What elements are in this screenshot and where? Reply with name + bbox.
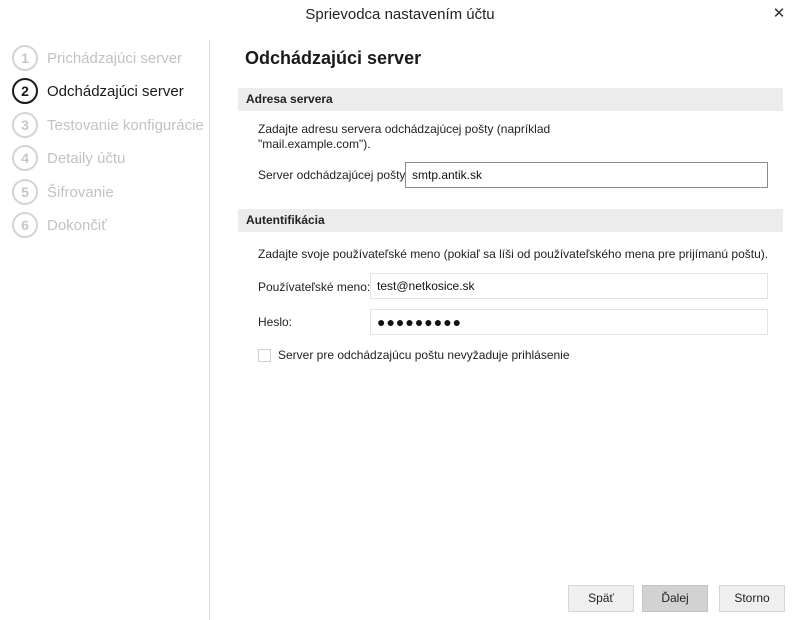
cancel-button[interactable]: Storno xyxy=(719,585,785,612)
username-label: Používateľské meno: xyxy=(258,280,371,294)
description-line: "mail.example.com"). xyxy=(258,137,371,151)
server-address-description: Zadajte adresu servera odchádzajúcej poš… xyxy=(258,122,550,152)
no-auth-checkbox[interactable] xyxy=(258,348,271,362)
step-number: 2 xyxy=(12,78,38,104)
title-bar: Sprievodca nastavením účtu ✕ xyxy=(0,0,800,30)
step-number: 3 xyxy=(12,112,38,138)
step-label: Prichádzajúci server xyxy=(47,49,183,67)
close-icon[interactable]: ✕ xyxy=(768,4,790,24)
step-label: Odchádzajúci server xyxy=(47,82,184,100)
step-outgoing-server: 2 Odchádzajúci server xyxy=(12,77,184,105)
username-input[interactable]: test@netkosice.sk xyxy=(370,273,768,299)
authentication-section-heading: Autentifikácia xyxy=(238,209,783,232)
next-button[interactable]: Ďalej xyxy=(642,585,708,612)
step-test-configuration: 3 Testovanie konfigurácie xyxy=(12,111,204,139)
step-encryption: 5 Šifrovanie xyxy=(12,178,114,206)
outgoing-server-input[interactable]: smtp.antik.sk xyxy=(405,162,768,188)
step-label: Dokončiť xyxy=(47,216,107,234)
description-line: Zadajte adresu servera odchádzajúcej poš… xyxy=(258,122,551,136)
step-number: 5 xyxy=(12,179,38,205)
step-incoming-server: 1 Prichádzajúci server xyxy=(12,44,182,72)
password-input[interactable]: ●●●●●●●●● xyxy=(370,309,768,335)
authentication-description: Zadajte svoje používateľské meno (pokiaľ… xyxy=(258,247,769,261)
wizard-steps-sidebar: 1 Prichádzajúci server 2 Odchádzajúci se… xyxy=(0,40,210,620)
step-finish: 6 Dokončiť xyxy=(12,211,107,239)
password-label: Heslo: xyxy=(258,315,293,329)
no-auth-checkbox-label[interactable]: Server pre odchádzajúcu poštu nevyžaduje… xyxy=(278,348,570,362)
window-title: Sprievodca nastavením účtu xyxy=(305,6,495,23)
step-label: Šifrovanie xyxy=(47,183,114,201)
no-auth-checkbox-row[interactable]: Server pre odchádzajúcu poštu nevyžaduje… xyxy=(258,348,570,362)
step-number: 6 xyxy=(12,212,38,238)
outgoing-server-label: Server odchádzajúcej pošty: xyxy=(258,168,409,182)
step-number: 1 xyxy=(12,45,38,71)
step-label: Detaily účtu xyxy=(47,149,126,167)
server-address-section-heading: Adresa servera xyxy=(238,88,783,111)
page-title: Odchádzajúci server xyxy=(245,48,422,68)
step-number: 4 xyxy=(12,145,38,171)
back-button[interactable]: Späť xyxy=(568,585,634,612)
step-account-details: 4 Detaily účtu xyxy=(12,144,125,172)
step-label: Testovanie konfigurácie xyxy=(47,116,204,134)
